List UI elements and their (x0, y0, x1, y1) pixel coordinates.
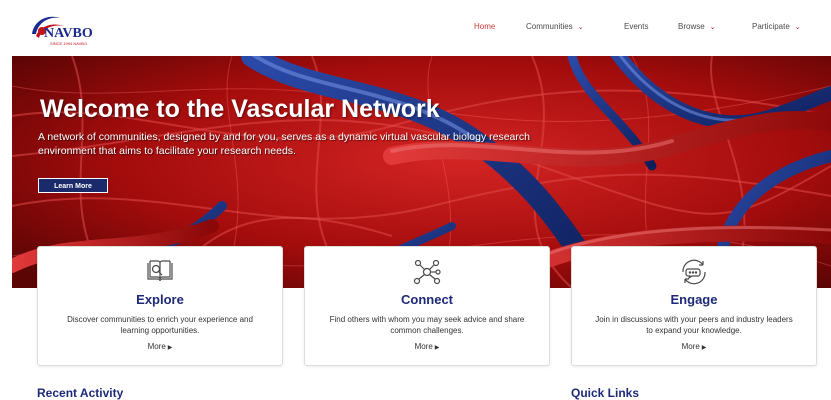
nav-item-home[interactable]: Home (474, 22, 495, 31)
quick-links-heading: Quick Links (571, 386, 640, 400)
engage-more-link[interactable]: More ▶ (572, 342, 816, 351)
chevron-down-icon: ⌄ (794, 24, 801, 31)
nav-label: Home (474, 22, 496, 31)
card-explore: Explore Discover communities to enrich y… (37, 246, 283, 366)
nav-label: Participate (752, 22, 790, 31)
card-description: Join in discussions with your peers and … (595, 315, 793, 335)
caret-right-icon: ▶ (167, 345, 173, 351)
nav-item-participate[interactable]: Participate ⌄ (752, 22, 801, 31)
nav-item-events[interactable]: Events (624, 22, 648, 31)
more-label: More (147, 342, 166, 351)
card-description: Find others with whom you may seek advic… (329, 315, 525, 335)
learn-more-button[interactable]: Learn More (38, 178, 108, 193)
caret-right-icon: ▶ (701, 345, 707, 351)
more-label: More (681, 342, 700, 351)
site-header: NAVBO SINCE 1994 NAVBO Home Communities ⌄… (0, 0, 831, 56)
explore-more-link[interactable]: More ▶ (38, 342, 282, 351)
card-title: Engage (670, 292, 718, 307)
nav-label: Browse (678, 22, 705, 31)
caret-right-icon: ▶ (434, 345, 440, 351)
card-title: Connect (401, 292, 453, 307)
nav-item-communities[interactable]: Communities ⌄ (526, 22, 584, 31)
nav-item-browse[interactable]: Browse ⌄ (678, 22, 716, 31)
chevron-down-icon: ⌄ (577, 24, 584, 31)
logo-tagline: SINCE 1994 NAVBO (50, 41, 88, 46)
card-connect: Connect Find others with whom you may se… (304, 246, 550, 366)
main-nav: Home Communities ⌄ Events Browse ⌄ Partici… (0, 22, 831, 36)
recent-activity-heading: Recent Activity (37, 386, 124, 400)
nav-label: Communities (526, 22, 573, 31)
more-label: More (414, 342, 433, 351)
book-search-icon (145, 258, 175, 289)
chevron-down-icon: ⌄ (709, 24, 716, 31)
card-title: Explore (136, 292, 184, 307)
card-engage: Engage Join in discussions with your pee… (571, 246, 817, 366)
network-icon (412, 258, 442, 291)
hero-title: Welcome to the Vascular Network (40, 95, 440, 123)
connect-more-link[interactable]: More ▶ (305, 342, 549, 351)
hero-subtitle: A network of communities, designed by an… (38, 131, 530, 157)
nav-label: Events (624, 22, 649, 31)
chat-cycle-icon (679, 258, 709, 291)
card-description: Discover communities to enrich your expe… (67, 315, 253, 335)
